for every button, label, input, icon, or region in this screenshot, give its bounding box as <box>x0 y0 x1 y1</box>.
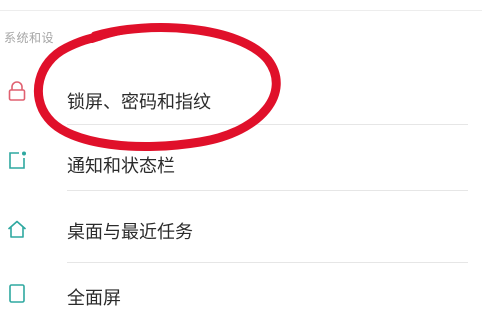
settings-item-label: 锁屏、密码和指纹 <box>67 92 211 113</box>
section-header: 系统和设 <box>4 31 55 45</box>
notification-icon <box>6 149 28 171</box>
settings-item-fullscreen[interactable]: 全面屏 <box>0 268 482 334</box>
home-icon <box>6 218 28 240</box>
settings-item-desktop-recents[interactable]: 桌面与最近任务 <box>0 196 482 263</box>
row-divider <box>67 124 468 125</box>
settings-item-label: 全面屏 <box>67 288 121 309</box>
fullscreen-icon <box>6 282 28 304</box>
settings-item-notifications[interactable]: 通知和状态栏 <box>0 126 482 192</box>
top-divider <box>0 10 482 11</box>
row-divider <box>67 262 468 263</box>
row-divider <box>67 190 468 191</box>
settings-item-label: 通知和状态栏 <box>67 156 175 177</box>
settings-item-lock-screen[interactable]: 锁屏、密码和指纹 <box>0 58 482 125</box>
settings-item-label: 桌面与最近任务 <box>67 222 193 243</box>
lock-icon <box>6 80 28 102</box>
